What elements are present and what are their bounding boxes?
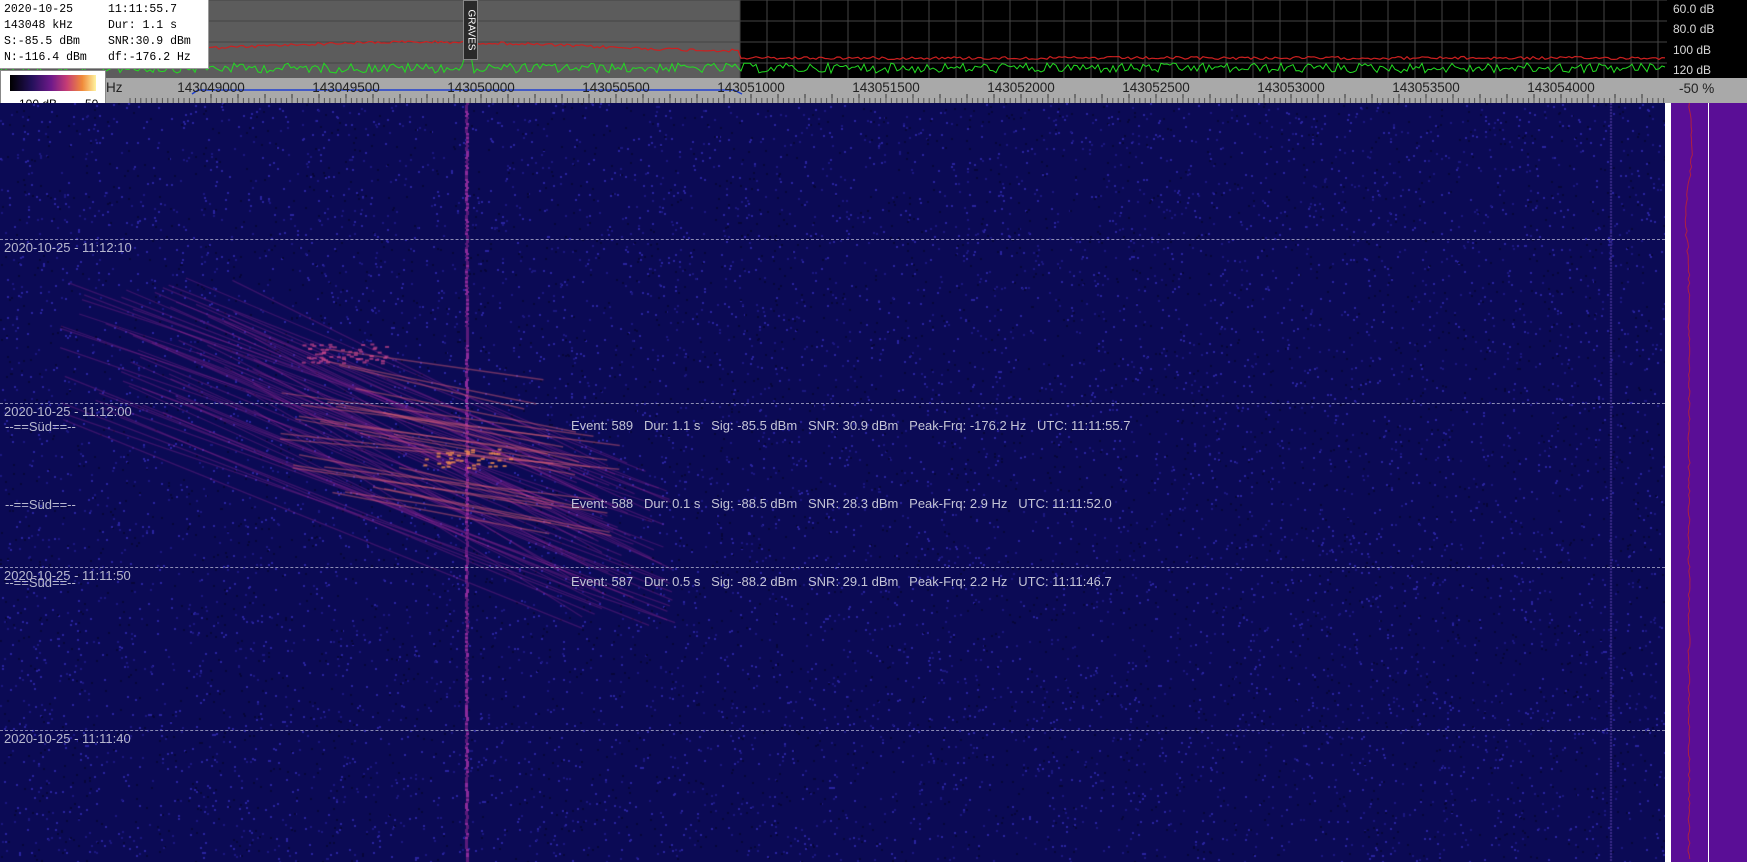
direction-label: --==Süd==-- [5, 497, 76, 512]
percent-label: -50 % [1679, 81, 1715, 96]
freq-label: 143051500 [852, 80, 920, 95]
graves-marker-label: GRAVES [465, 9, 477, 51]
time-label: 2020-10-25 - 11:12:10 [4, 240, 132, 255]
freq-label: 143053000 [1257, 80, 1325, 95]
level-histogram-panel [1665, 103, 1747, 862]
event-588-label: Event: 588 Dur: 0.1 s Sig: -88.5 dBm SNR… [571, 496, 1112, 511]
info-signal: S:-85.5 dBm [4, 35, 80, 48]
freq-label: 143050000 [447, 80, 515, 95]
event-587-label: Event: 587 Dur: 0.5 s Sig: -88.2 dBm SNR… [571, 574, 1112, 589]
db-label-60: 60.0 dB [1673, 2, 1715, 16]
spectrum-traces [0, 0, 1667, 78]
freq-label: 143050500 [582, 80, 650, 95]
freq-label: 143053500 [1392, 80, 1460, 95]
freq-label: 143052500 [1122, 80, 1190, 95]
info-noise: N:-116.4 dBm [4, 51, 87, 64]
freq-label: 143049000 [177, 80, 245, 95]
db-label-100: 100 dB [1673, 43, 1712, 57]
frequency-unit-label: Hz [106, 80, 123, 95]
freq-label: 143052000 [987, 80, 1055, 95]
time-label: 2020-10-25 - 11:12:00 [4, 404, 132, 419]
info-snr: SNR:30.9 dBm [108, 35, 191, 48]
db-label-120: 120 dB [1673, 63, 1712, 77]
db-label-80: 80.0 dB [1673, 22, 1715, 36]
time-gridline: 2020-10-25 - 11:12:10 [0, 239, 1665, 255]
freq-label: 143051000 [717, 80, 785, 95]
db-scale: 60.0 dB 80.0 dB 100 dB 120 dB [1667, 0, 1747, 78]
direction-label: --==Süd==-- [5, 419, 76, 434]
spectrum-panel [0, 0, 1667, 78]
direction-label: --==Süd==-- [5, 575, 76, 590]
freq-label: 143049500 [312, 80, 380, 95]
color-scale-gradient [10, 75, 96, 91]
waterfall-canvas [0, 103, 1665, 862]
info-time: 11:11:55.7 [108, 3, 178, 16]
time-gridline: 2020-10-25 - 11:12:00 [0, 403, 1665, 419]
histogram-trace [1684, 103, 1693, 860]
percent-box: -50 % [1667, 78, 1747, 103]
info-freq: 143048 kHz [4, 19, 74, 32]
info-duration: Dur: 1.1 s [108, 19, 178, 32]
histogram-level-trace [1684, 103, 1693, 860]
graves-frequency-marker[interactable]: GRAVES [463, 0, 478, 60]
event-info-box: 2020-10-25 11:11:55.7 143048 kHz Dur: 1.… [0, 0, 209, 69]
histogram-column [1709, 103, 1747, 862]
freq-label: 143054000 [1527, 80, 1595, 95]
frequency-axis[interactable]: 143049000 143049500 143050000 143050500 … [0, 78, 1667, 103]
info-date: 2020-10-25 [4, 3, 74, 16]
time-gridline: 2020-10-25 - 11:11:40 [0, 730, 1665, 746]
event-589-label: Event: 589 Dur: 1.1 s Sig: -85.5 dBm SNR… [571, 418, 1131, 433]
time-label: 2020-10-25 - 11:11:40 [4, 731, 131, 746]
info-df: df:-176.2 Hz [108, 51, 191, 64]
waterfall-display[interactable]: 2020-10-25 - 11:12:10 2020-10-25 - 11:12… [0, 103, 1665, 862]
time-gridline: 2020-10-25 - 11:11:50 [0, 567, 1665, 583]
